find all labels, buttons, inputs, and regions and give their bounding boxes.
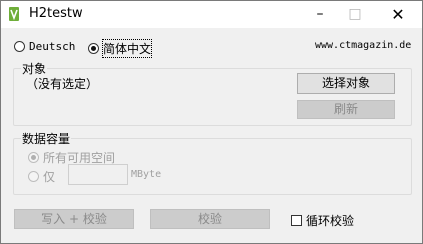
verify-button: 校验 (150, 209, 270, 229)
radio-simplified-chinese[interactable]: 简体中文 (88, 39, 153, 58)
loop-verify-label: 循环校验 (306, 214, 355, 228)
radio-deutsch[interactable]: Deutsch (14, 40, 75, 53)
minimize-icon[interactable]: – (303, 1, 337, 28)
write-verify-button: 写入 + 校验 (14, 209, 134, 229)
app-window: H2testw – □ ✕ Deutsch 简体中文 www.ctmagazin… (0, 0, 423, 244)
radio-deutsch-label: Deutsch (29, 40, 76, 53)
loop-verify-checkbox[interactable]: 循环校验 (291, 212, 354, 229)
capacity-group-title: 数据容量 (21, 130, 72, 147)
close-icon[interactable]: ✕ (381, 1, 415, 28)
select-target-button[interactable]: 选择对象 (297, 73, 395, 94)
refresh-button: 刷新 (297, 100, 395, 119)
radio-only-indicator (28, 171, 39, 182)
website-label: www.ctmagazin.de (315, 40, 412, 51)
window-title: H2testw (29, 6, 83, 21)
radio-simplified-chinese-indicator[interactable] (88, 43, 99, 54)
radio-only-label: 仅 (43, 170, 56, 184)
radio-all-space-indicator (28, 152, 39, 163)
title-bar[interactable]: H2testw – □ ✕ (1, 1, 422, 28)
radio-simplified-chinese-label: 简体中文 (101, 39, 153, 58)
unit-label: MByte (131, 169, 162, 180)
h2testw-app-icon (7, 6, 21, 22)
radio-deutsch-indicator[interactable] (14, 41, 25, 52)
maximize-icon: □ (348, 6, 362, 22)
radio-only: 仅 (28, 168, 55, 185)
target-status: （没有选定） (26, 77, 99, 91)
loop-verify-checkbox-box[interactable] (291, 215, 302, 226)
amount-input (68, 164, 128, 185)
